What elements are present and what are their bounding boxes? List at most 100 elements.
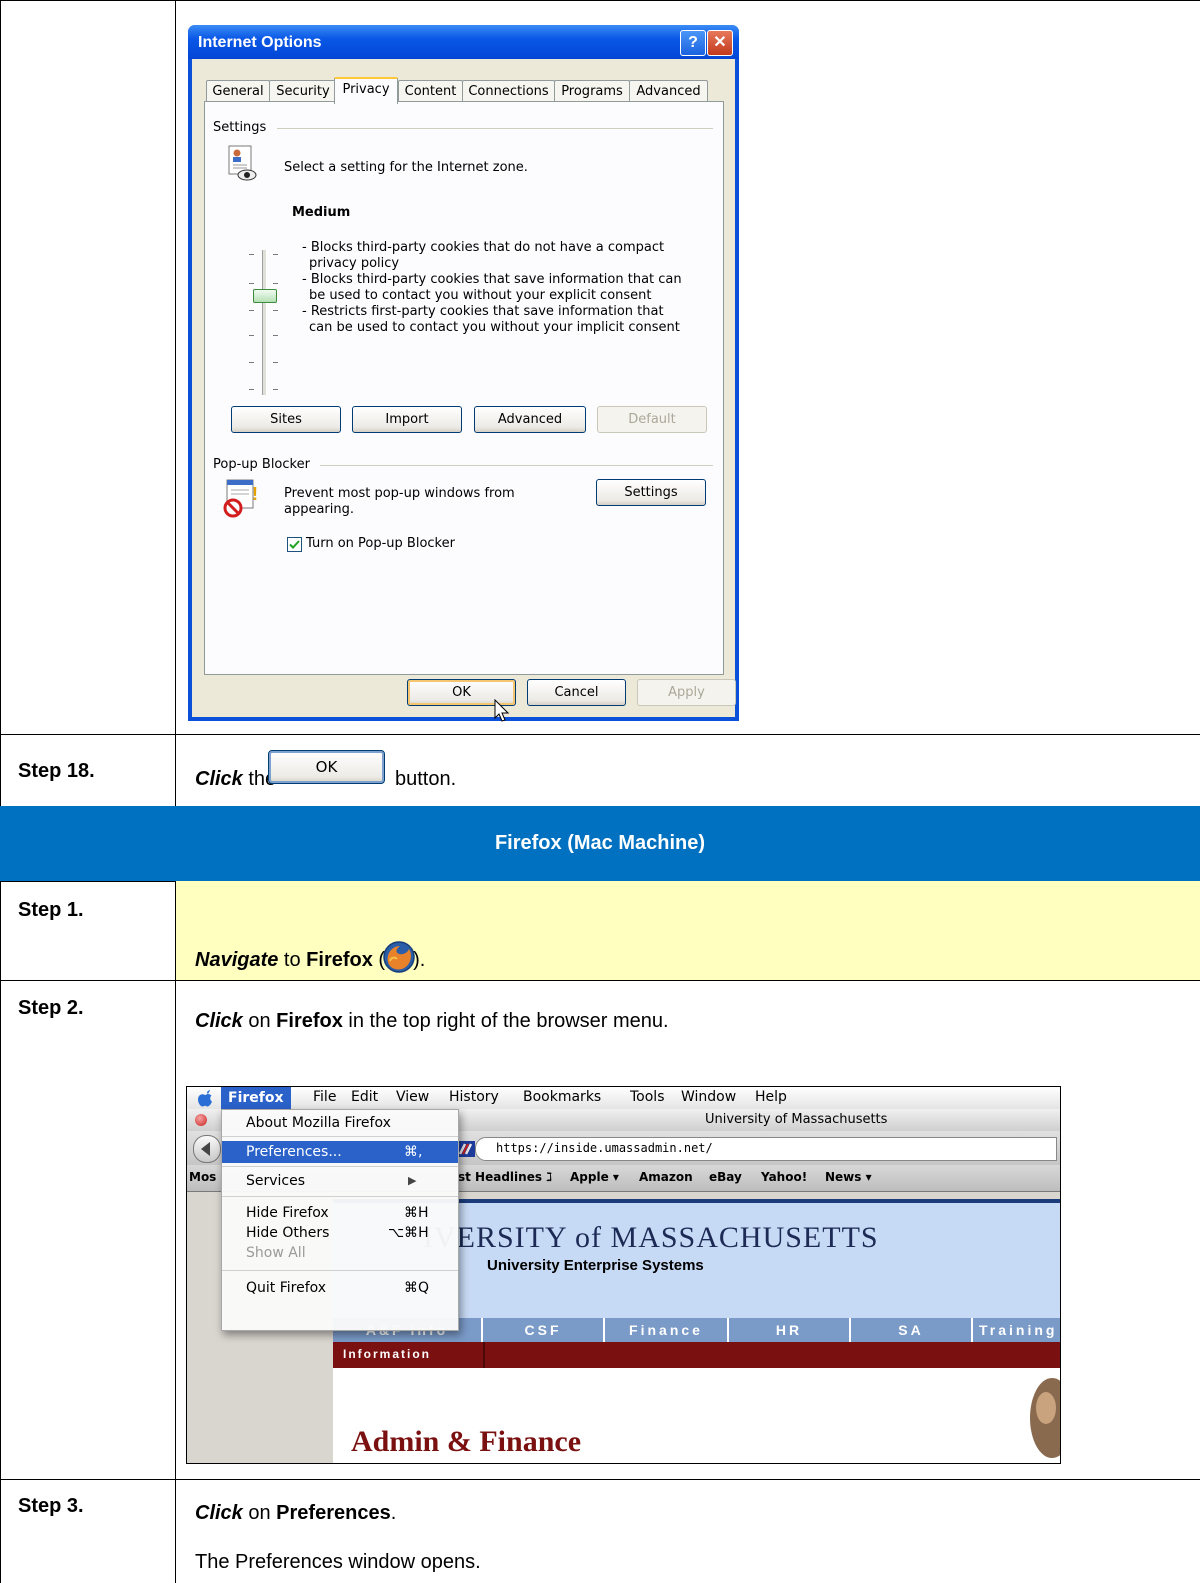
menu-item-label: Show All <box>246 1245 306 1261</box>
nav-sa[interactable]: SA <box>851 1318 973 1342</box>
menu-item-label: Quit Firefox <box>246 1280 327 1296</box>
dialog-titlebar[interactable]: Internet Options ? ✕ <box>188 25 739 59</box>
umass-title: IVERSITY of MASSACHUSETTS <box>423 1221 879 1254</box>
action-verb: Click <box>195 768 243 790</box>
privacy-level-description: - Blocks third-party cookies that do not… <box>302 240 682 336</box>
tab-programs[interactable]: Programs <box>554 80 630 102</box>
slider-tick <box>273 283 278 284</box>
tab-advanced[interactable]: Advanced <box>629 80 708 102</box>
close-button[interactable]: ✕ <box>707 30 733 56</box>
menu-tools[interactable]: Tools <box>630 1089 665 1105</box>
import-button[interactable]: Import <box>352 406 462 433</box>
sites-button[interactable]: Sites <box>231 406 341 433</box>
bookmark-label: News <box>825 1170 862 1184</box>
menu-item-label: About Mozilla Firefox <box>246 1115 391 1131</box>
bookmark-latest-headlines[interactable]: st Headlines ℷ <box>458 1170 552 1184</box>
popup-text-line2: appearing. <box>284 502 355 517</box>
subnav-divider <box>483 1342 485 1368</box>
menu-item-hide-others[interactable]: Hide Others ⌥⌘H <box>222 1224 458 1242</box>
menu-help[interactable]: Help <box>755 1089 787 1105</box>
firefox-menu-dropdown: About Mozilla Firefox Preferences... ⌘, S… <box>221 1109 459 1331</box>
help-button[interactable]: ? <box>680 30 706 56</box>
checkmark-icon <box>289 540 300 549</box>
group-divider <box>320 465 713 466</box>
bookmark-apple[interactable]: Apple ▾ <box>570 1170 619 1184</box>
popup-blocker-checkbox[interactable] <box>287 537 302 552</box>
menu-item-services[interactable]: Services ▶ <box>222 1170 458 1192</box>
slider-tick <box>249 283 254 284</box>
bookmark-yahoo[interactable]: Yahoo! <box>761 1170 807 1184</box>
menu-item-quit[interactable]: Quit Firefox ⌘Q <box>222 1277 458 1299</box>
slider-tick <box>249 335 254 336</box>
menu-item-preferences[interactable]: Preferences... ⌘, <box>222 1141 458 1163</box>
nav-finance[interactable]: Finance <box>605 1318 729 1342</box>
nav-csf[interactable]: CSF <box>483 1318 605 1342</box>
default-button[interactable]: Default <box>597 406 707 433</box>
row-divider <box>0 1479 1200 1480</box>
back-arrow-icon <box>201 1142 210 1156</box>
bookmark-ebay[interactable]: eBay <box>709 1170 742 1184</box>
subnav-information[interactable]: Information <box>343 1347 431 1361</box>
slider-tick <box>273 335 278 336</box>
slider-thumb[interactable] <box>253 289 277 303</box>
bookmark-news[interactable]: News ▾ <box>825 1170 872 1184</box>
content-title: Admin & Finance <box>351 1425 582 1458</box>
settings-group-label: Settings <box>213 120 267 135</box>
bookmark-amazon[interactable]: Amazon <box>639 1170 693 1184</box>
menu-item-label: Services <box>246 1173 306 1189</box>
step-label: Step 18. <box>18 760 95 782</box>
site-favicon <box>457 1141 475 1157</box>
menu-edit[interactable]: Edit <box>351 1089 378 1105</box>
slider-tick <box>273 254 278 255</box>
step-label: Step 3. <box>18 1495 84 1517</box>
menu-window[interactable]: Window <box>681 1089 736 1105</box>
slider-tick <box>273 362 278 363</box>
column-divider <box>175 881 176 1583</box>
menu-item-about[interactable]: About Mozilla Firefox <box>222 1112 458 1134</box>
window-title: University of Massachusetts <box>705 1112 888 1127</box>
tab-content[interactable]: Content <box>398 80 463 102</box>
bookmark-most-visited[interactable]: Mos <box>189 1170 216 1184</box>
instruction-text: . <box>390 1502 397 1524</box>
nav-hr[interactable]: HR <box>729 1318 851 1342</box>
menu-file[interactable]: File <box>313 1089 336 1105</box>
row-divider <box>0 734 1200 735</box>
apple-icon[interactable] <box>197 1090 213 1107</box>
target-name: Preferences <box>276 1502 391 1524</box>
instruction-text: button. <box>395 768 457 790</box>
nav-training[interactable]: Training <box>973 1318 1060 1342</box>
close-window-icon[interactable] <box>195 1114 207 1126</box>
instruction-text: on <box>242 1502 277 1524</box>
slider-track[interactable] <box>262 250 267 395</box>
menu-firefox[interactable]: Firefox <box>221 1087 291 1109</box>
popup-settings-button[interactable]: Settings <box>596 479 706 506</box>
step-instruction: Navigate to Firefox (). <box>195 940 425 974</box>
menu-bookmarks[interactable]: Bookmarks <box>523 1089 601 1105</box>
menu-separator <box>222 1136 458 1137</box>
tab-security[interactable]: Security <box>269 80 337 102</box>
tab-privacy[interactable]: Privacy <box>334 77 398 104</box>
instruction-text: ). <box>413 949 426 971</box>
cancel-button[interactable]: Cancel <box>527 679 626 706</box>
slider-tick <box>273 389 278 390</box>
menu-item-hide-firefox[interactable]: Hide Firefox ⌘H <box>222 1204 458 1222</box>
menu-item-show-all[interactable]: Show All <box>222 1244 458 1262</box>
advanced-button[interactable]: Advanced <box>474 406 586 433</box>
tab-connections[interactable]: Connections <box>462 80 555 102</box>
menu-view[interactable]: View <box>396 1089 429 1105</box>
tab-general[interactable]: General <box>206 80 270 102</box>
description-line: can be used to contact you without your … <box>309 320 680 335</box>
instruction-text: to <box>278 949 307 971</box>
url-bar[interactable]: https://inside.umassadmin.net/ <box>475 1137 1057 1161</box>
ok-button-image: OK <box>268 750 385 784</box>
slider-tick <box>249 389 254 390</box>
slider-tick <box>249 254 254 255</box>
menu-history[interactable]: History <box>449 1089 499 1105</box>
section-title: Firefox (Mac Machine) <box>494 832 706 854</box>
svg-text:!: ! <box>252 484 258 504</box>
menu-item-label: Hide Firefox <box>246 1205 329 1221</box>
column-divider <box>175 0 176 806</box>
back-button[interactable] <box>193 1135 221 1163</box>
umass-subnav: Information <box>333 1342 1060 1368</box>
apply-button[interactable]: Apply <box>637 679 736 706</box>
